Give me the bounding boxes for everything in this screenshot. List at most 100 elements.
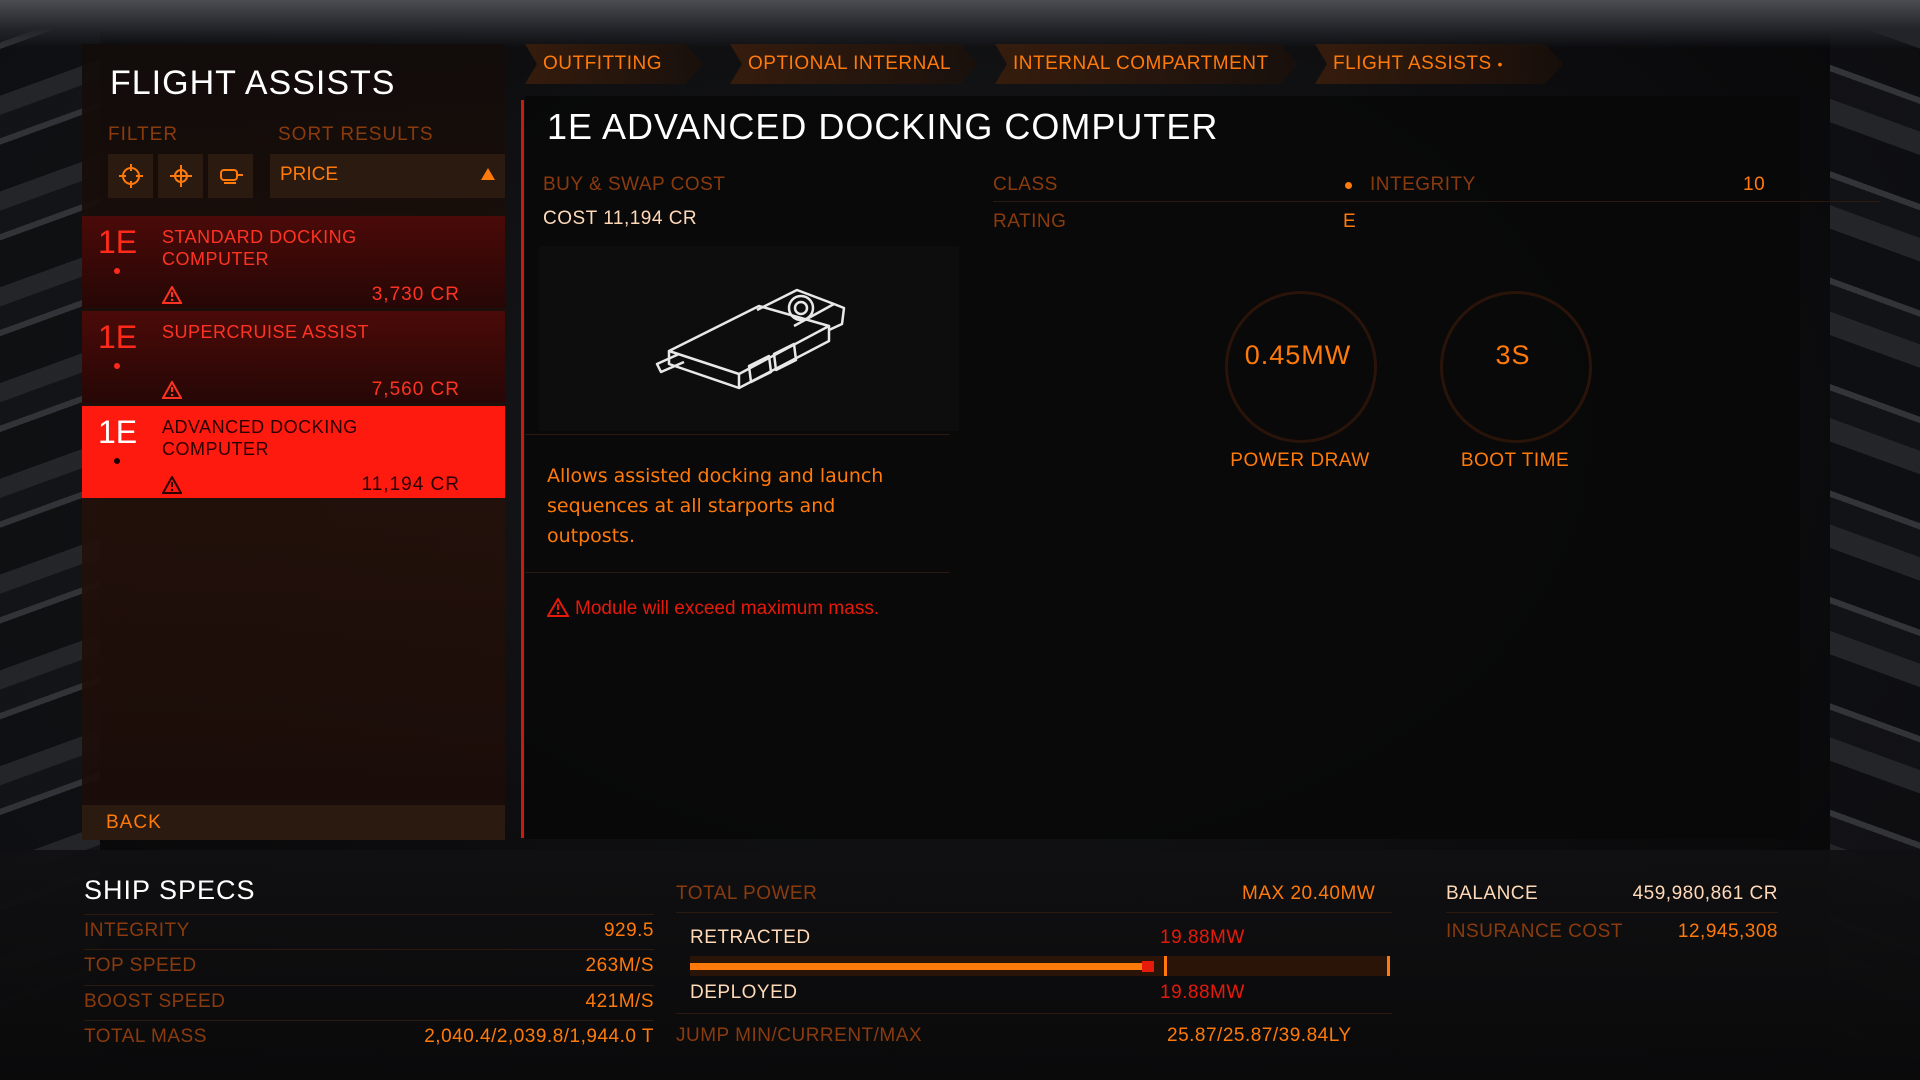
module-detail-panel: 1E ADVANCED DOCKING COMPUTER BUY & SWAP … (525, 96, 1881, 839)
spec-row: TOP SPEED 263M/S (84, 949, 654, 984)
warning-icon (162, 286, 182, 304)
item-name: SUPERCRUISE ASSIST (162, 322, 370, 342)
item-name: STANDARD DOCKING COMPUTER (162, 227, 357, 269)
item-dot-icon (114, 458, 120, 464)
cost-value: COST 11,194 CR (543, 208, 698, 229)
spec-row: TOTAL MASS 2,040.4/2,039.8/1,944.0 T (84, 1020, 654, 1055)
jump-label: JUMP MIN/CURRENT/MAX (676, 1025, 923, 1046)
breadcrumb-outfitting[interactable]: OUTFITTING (525, 44, 703, 84)
sort-value: PRICE (280, 164, 339, 185)
power-bar-fill (690, 963, 1154, 970)
filter-button-utility[interactable] (158, 154, 203, 198)
sort-arrow-icon (481, 168, 495, 180)
mass-warning-text: Module will exceed maximum mass. (575, 598, 880, 619)
balance-value: 459,980,861 CR (1632, 883, 1778, 904)
insurance-label: INSURANCE COST (1446, 921, 1623, 942)
breadcrumb-label: FLIGHT ASSISTS (1333, 53, 1492, 74)
breadcrumb-optional-internal[interactable]: OPTIONAL INTERNAL (730, 44, 978, 84)
boot-time-value: 3S (1495, 340, 1531, 370)
divider (676, 912, 1392, 913)
total-power-label: TOTAL POWER (676, 883, 818, 904)
jump-value: 25.87/25.87/39.84LY (1167, 1025, 1352, 1046)
power-draw-value: 0.45MW (1244, 340, 1352, 370)
divider (676, 1013, 1392, 1014)
crosshair-icon (118, 164, 143, 188)
power-draw-label: POWER DRAW (1230, 450, 1370, 471)
filter-button-target[interactable] (108, 154, 153, 198)
rating-value: E (1343, 211, 1357, 232)
warning-icon (162, 381, 182, 399)
divider (1446, 912, 1778, 913)
divider (525, 572, 950, 573)
warning-icon (162, 476, 182, 494)
item-class: 1E (98, 224, 138, 260)
spec-label: INTEGRITY (84, 920, 190, 941)
integrity-value: 10 (1743, 174, 1766, 195)
list-item[interactable]: 1E SUPERCRUISE ASSIST 7,560 CR (82, 311, 505, 403)
deployed-label: DEPLOYED (690, 982, 798, 1003)
retracted-label: RETRACTED (690, 927, 811, 948)
max-power-value: MAX 20.40MW (1242, 883, 1376, 904)
power-bar-module-segment (1142, 961, 1154, 972)
ship-specs-title: SHIP SPECS (84, 875, 256, 905)
breadcrumb-label: INTERNAL COMPARTMENT (1013, 53, 1269, 74)
item-class: 1E (98, 319, 138, 355)
back-button[interactable]: BACK (82, 805, 505, 840)
item-dot-icon (114, 363, 120, 369)
breadcrumb-flight-assists[interactable]: FLIGHT ASSISTS • (1315, 44, 1563, 84)
list-item-selected[interactable]: 1E ADVANCED DOCKING COMPUTER 11,194 CR (82, 406, 505, 498)
module-title: 1E ADVANCED DOCKING COMPUTER (547, 106, 1219, 147)
breadcrumb-label: OPTIONAL INTERNAL (748, 53, 952, 74)
power-bar (690, 956, 1390, 976)
spec-value: 263M/S (585, 955, 654, 976)
item-price: 7,560 CR (371, 379, 460, 400)
breadcrumb-label: OUTFITTING (543, 53, 662, 74)
hangar-background-top (0, 0, 1920, 48)
divider (993, 201, 1881, 202)
docking-computer-icon (655, 288, 846, 390)
module-image (539, 246, 959, 431)
sort-label: SORT RESULTS (278, 124, 434, 145)
sort-select[interactable]: PRICE (270, 154, 505, 198)
power-bar-max-marker (1387, 956, 1390, 976)
spec-value: 929.5 (603, 920, 654, 941)
spec-value: 2,040.4/2,039.8/1,944.0 T (424, 1026, 654, 1047)
module-icon (219, 169, 243, 184)
class-dot-icon (1345, 182, 1352, 189)
crosshair-plus-icon (169, 165, 192, 187)
item-price: 11,194 CR (361, 474, 460, 495)
deployed-value: 19.88MW (1160, 982, 1245, 1003)
panel-title: FLIGHT ASSISTS (110, 64, 396, 102)
spec-row: BOOST SPEED 421M/S (84, 985, 654, 1020)
spec-label: TOP SPEED (84, 955, 197, 976)
module-description: Allows assisted docking and launch seque… (547, 465, 884, 547)
item-class: 1E (98, 414, 138, 450)
divider (525, 434, 950, 435)
balance-label: BALANCE (1446, 883, 1539, 904)
boot-time-label: BOOT TIME (1460, 450, 1570, 471)
module-list-panel: FLIGHT ASSISTS FILTER SORT RESULTS PRICE… (82, 44, 505, 839)
retracted-value: 19.88MW (1160, 927, 1245, 948)
breadcrumb-internal-compartment[interactable]: INTERNAL COMPARTMENT (995, 44, 1298, 84)
item-dot-icon (114, 268, 120, 274)
warning-icon (546, 597, 570, 617)
back-label: BACK (106, 812, 162, 833)
spec-value: 421M/S (585, 991, 654, 1012)
spec-label: TOTAL MASS (84, 1026, 207, 1047)
item-price: 3,730 CR (371, 284, 460, 305)
breadcrumb-dot-icon: • (1497, 56, 1503, 72)
power-bar-marker (1164, 956, 1167, 976)
item-name: ADVANCED DOCKING COMPUTER (162, 417, 358, 459)
list-item[interactable]: 1E STANDARD DOCKING COMPUTER 3,730 CR (82, 216, 505, 308)
insurance-value: 12,945,308 (1677, 921, 1778, 942)
filter-label: FILTER (108, 124, 179, 145)
filter-button-module[interactable] (208, 154, 253, 198)
cost-label: BUY & SWAP COST (543, 174, 726, 195)
spec-label: BOOST SPEED (84, 991, 226, 1012)
list-scroll-indicator (521, 100, 524, 838)
integrity-label: INTEGRITY (1370, 174, 1476, 195)
class-label: CLASS (993, 174, 1058, 195)
spec-row: INTEGRITY 929.5 (84, 914, 654, 949)
mass-warning: Module will exceed maximum mass. (546, 596, 907, 622)
rating-label: RATING (993, 211, 1067, 232)
